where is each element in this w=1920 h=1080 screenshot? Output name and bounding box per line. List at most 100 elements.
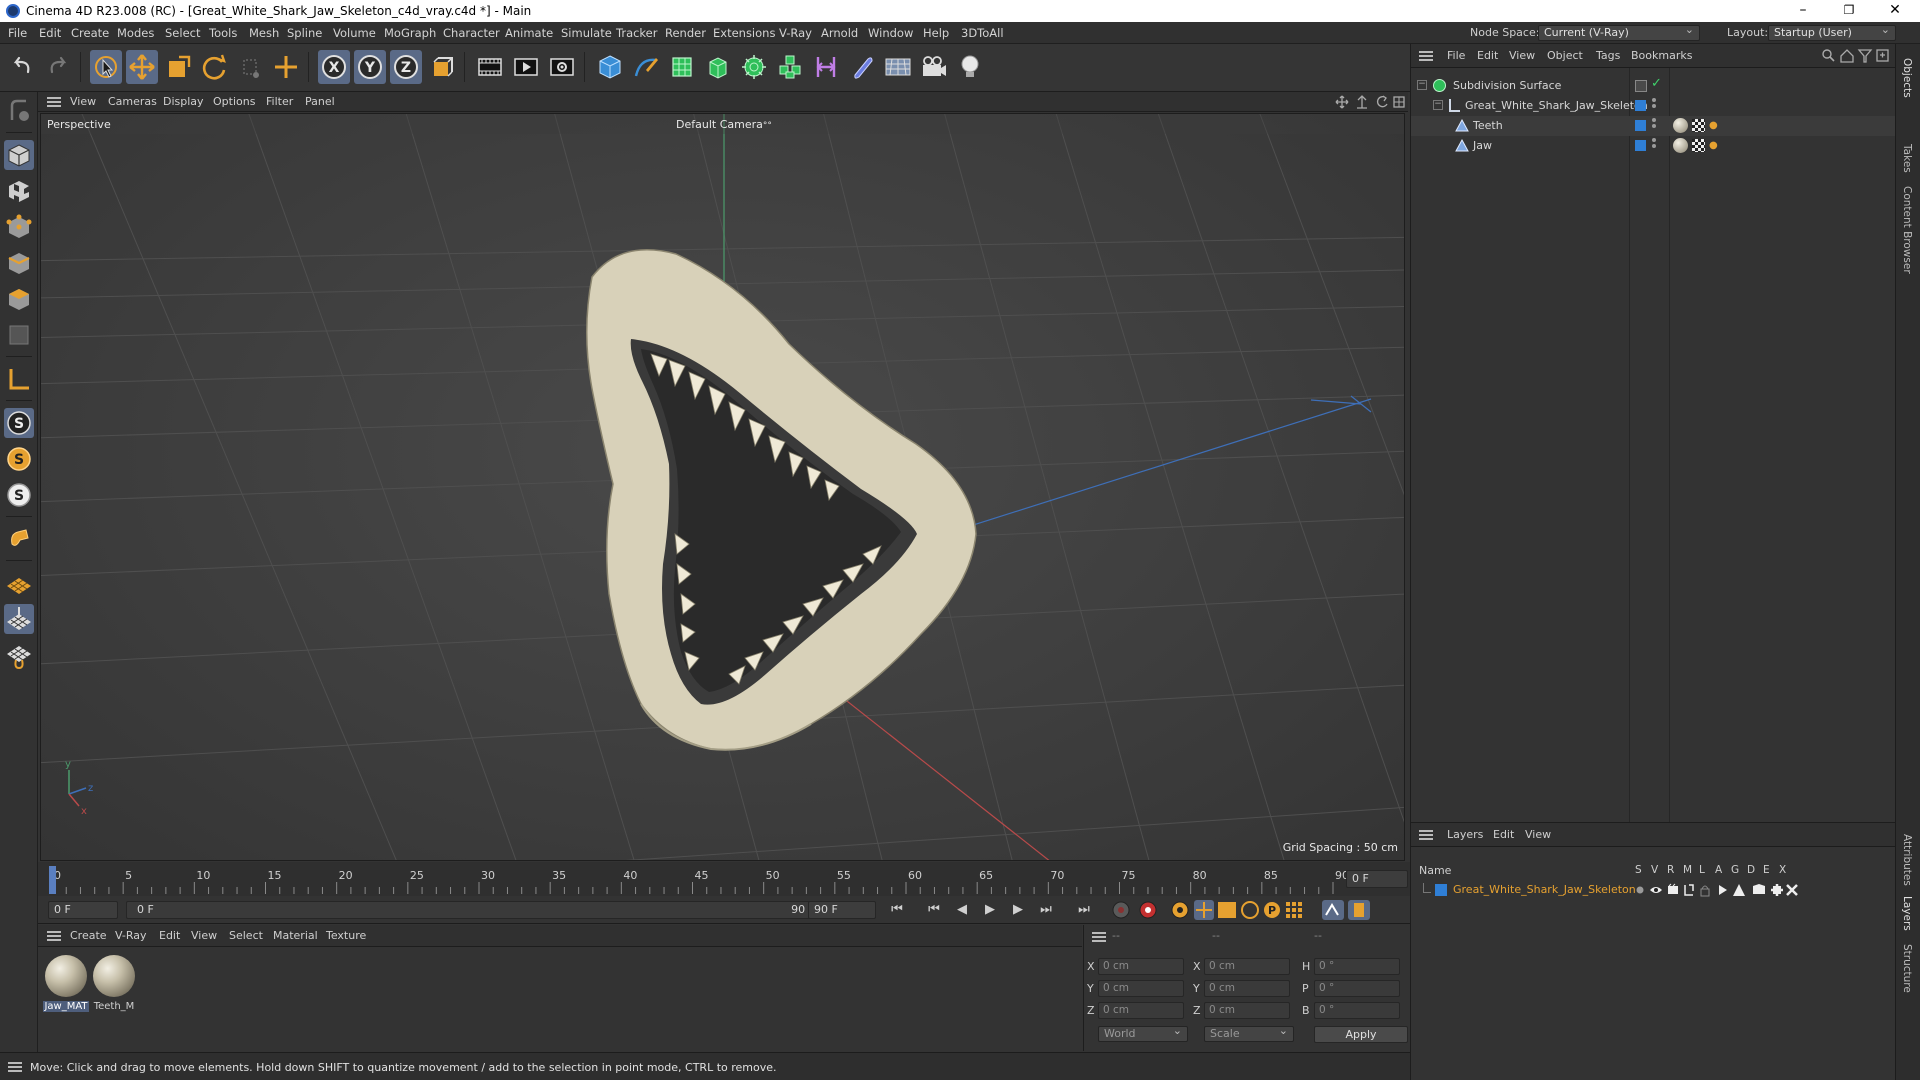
material-menu-vray[interactable]: V-Ray [115, 929, 147, 942]
viewport-menu-cameras[interactable]: Cameras [108, 95, 157, 108]
scale-tool-button[interactable] [162, 50, 194, 84]
layer-flag-toggles[interactable] [1635, 882, 1885, 898]
layers-menu-edit[interactable]: Edit [1493, 828, 1514, 841]
cube-primitive-button[interactable] [594, 50, 626, 84]
live-selection-button[interactable] [90, 50, 122, 84]
deformer-button[interactable] [810, 50, 842, 84]
visibility-dots-icon[interactable] [1652, 98, 1656, 102]
menu-vray[interactable]: V-Ray [779, 26, 812, 40]
object-menu-object[interactable]: Object [1547, 49, 1583, 62]
position-z-field[interactable]: 0 cm [1098, 1002, 1184, 1019]
floor-grid-button[interactable] [4, 568, 34, 598]
subdivision-surface-button[interactable] [666, 50, 698, 84]
viewport-navigation-icons[interactable] [1334, 94, 1406, 110]
move-tool-button[interactable] [126, 50, 158, 84]
current-frame-field[interactable]: 0 F [1346, 870, 1408, 888]
lasso-selection-button[interactable] [234, 50, 266, 84]
object-row-subdivision-surface[interactable]: − Subdivision Surface ✓ [1411, 76, 1896, 96]
node-space-dropdown[interactable]: Current (V-Ray) [1538, 23, 1700, 41]
redo-button[interactable] [42, 50, 74, 84]
end-frame-field[interactable]: 90 F [808, 901, 876, 919]
playhead-marker[interactable] [49, 866, 56, 894]
menu-arnold[interactable]: Arnold [821, 26, 858, 40]
menu-mesh[interactable]: Mesh [249, 26, 279, 40]
previous-frame-button[interactable]: ◀ [951, 901, 973, 919]
menu-extensions[interactable]: Extensions [713, 26, 775, 40]
object-row-great-white-shark-jaw-skeleton[interactable]: − Great_White_Shark_Jaw_Skeleton [1411, 96, 1896, 116]
menu-volume[interactable]: Volume [333, 26, 376, 40]
axis-z-button[interactable]: Z [390, 50, 422, 84]
menu-window[interactable]: Window [868, 26, 913, 40]
visibility-dots-icon[interactable] [1652, 118, 1656, 122]
material-menu-texture[interactable]: Texture [326, 929, 366, 942]
object-menu-file[interactable]: File [1447, 49, 1465, 62]
next-frame-button[interactable]: ▶ [1007, 901, 1029, 919]
side-tab-layers[interactable]: Layers [1901, 896, 1913, 931]
uvw-tag-icon[interactable] [1692, 119, 1705, 132]
undo-button[interactable] [6, 50, 38, 84]
material-menu-icon[interactable] [47, 931, 61, 941]
size-z-field[interactable]: 0 cm [1204, 1002, 1290, 1019]
object-menu-tags[interactable]: Tags [1596, 49, 1620, 62]
side-tab-objects[interactable]: Objects [1901, 58, 1913, 98]
grid-snap-button[interactable] [4, 640, 34, 670]
snap-workplane-button[interactable]: S [4, 480, 34, 510]
layers-menu-layers[interactable]: Layers [1447, 828, 1483, 841]
goto-end-button[interactable]: ⏭ [1073, 901, 1095, 919]
menu-character[interactable]: Character [443, 26, 500, 40]
3d-viewport[interactable]: y z x Perspective Default Camera°° Grid … [40, 113, 1405, 861]
visibility-dots-icon[interactable] [1652, 138, 1656, 142]
side-tab-takes[interactable]: Takes [1901, 144, 1913, 173]
menu-3dtoall[interactable]: 3DToAll [961, 26, 1004, 40]
layer-color-icon[interactable] [1635, 140, 1646, 151]
material-menu-edit[interactable]: Edit [159, 929, 180, 942]
layer-toggle-icon[interactable] [1635, 80, 1647, 92]
menu-create[interactable]: Create [71, 26, 109, 40]
close-button[interactable]: ✕ [1872, 0, 1918, 22]
enabled-check-icon[interactable]: ✓ [1651, 76, 1662, 91]
texture-mode-button[interactable] [4, 176, 34, 206]
object-menu-icon[interactable] [1419, 51, 1433, 61]
object-manager-search-icons[interactable] [1821, 48, 1893, 64]
workplane-button[interactable] [4, 364, 34, 394]
rotate-tool-button[interactable] [198, 50, 230, 84]
viewport-camera-label[interactable]: Default Camera°° [676, 118, 772, 131]
menu-file[interactable]: File [8, 26, 27, 40]
object-menu-edit[interactable]: Edit [1477, 49, 1498, 62]
rotation-p-field[interactable]: 0 ° [1314, 980, 1400, 997]
layer-color-swatch[interactable] [1435, 884, 1447, 896]
uvw-tag-icon[interactable] [1692, 139, 1705, 152]
extrude-generator-button[interactable] [702, 50, 734, 84]
side-tab-structure[interactable]: Structure [1901, 944, 1913, 993]
material-menu-view[interactable]: View [191, 929, 217, 942]
object-row-jaw[interactable]: Jaw ● [1411, 136, 1896, 156]
material-menu-select[interactable]: Select [229, 929, 263, 942]
collapse-icon[interactable]: − [1417, 80, 1427, 90]
object-menu-bookmarks[interactable]: Bookmarks [1631, 49, 1692, 62]
rotation-h-field[interactable]: 0 ° [1314, 958, 1400, 975]
light-button[interactable] [954, 50, 986, 84]
material-teeth[interactable]: Teeth_M [90, 947, 138, 1019]
size-x-field[interactable]: 0 cm [1204, 958, 1290, 975]
mograph-cloner-button[interactable] [774, 50, 806, 84]
material-jaw[interactable]: Jaw_MAT [42, 947, 90, 1019]
material-menu-material[interactable]: Material [273, 929, 318, 942]
camera-button[interactable] [918, 50, 950, 84]
floor-environment-button[interactable] [882, 50, 914, 84]
status-menu-icon[interactable] [8, 1062, 22, 1072]
side-tab-content-browser[interactable]: Content Browser [1901, 186, 1913, 274]
menu-spline[interactable]: Spline [287, 26, 322, 40]
preview-range-slider[interactable]: 0 F 90 F [126, 901, 826, 919]
position-y-field[interactable]: 0 cm [1098, 980, 1184, 997]
uv-mode-button[interactable] [4, 320, 34, 350]
next-key-button[interactable]: ⏭ [1035, 901, 1057, 919]
material-tag-icon[interactable] [1673, 138, 1688, 153]
render-view-button[interactable] [474, 50, 506, 84]
axis-x-button[interactable]: X [318, 50, 350, 84]
pen-spline-button[interactable] [630, 50, 662, 84]
viewport-solo-button[interactable] [4, 96, 34, 126]
previous-key-button[interactable]: ⏮ [923, 901, 945, 919]
menu-mograph[interactable]: MoGraph [384, 26, 436, 40]
object-menu-view[interactable]: View [1509, 49, 1535, 62]
tweak-mode-button[interactable] [4, 524, 34, 554]
